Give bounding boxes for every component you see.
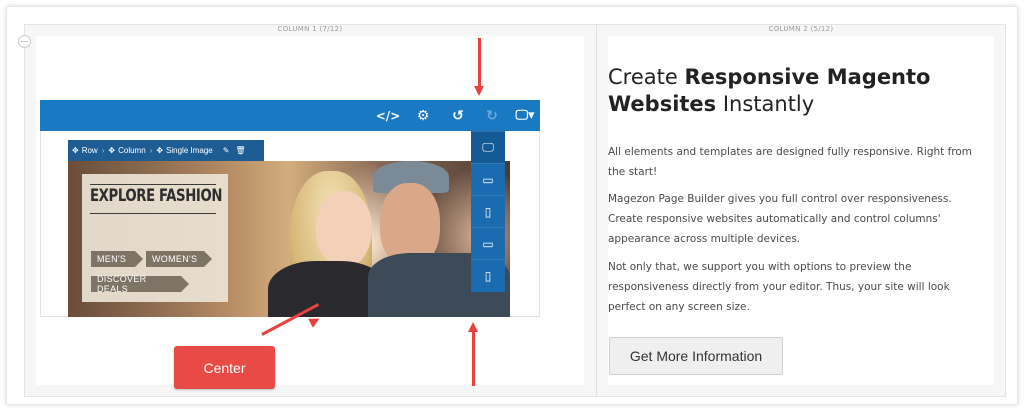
device-preview-menu: 🖵 ▭ ▯ ▭ ▯: [471, 131, 505, 292]
heading-bold-text: Websites: [608, 92, 717, 116]
image-detail: [316, 191, 372, 267]
heading-text: Create: [608, 65, 685, 89]
mobile-portrait-icon[interactable]: ▯: [471, 259, 505, 291]
heading-bold-text: Responsive Magento: [684, 65, 931, 89]
sign-divider: [90, 184, 216, 185]
paragraph-3: Not only that, we support you with optio…: [608, 261, 950, 313]
element-breadcrumb: ✥ Row › ✥ Column › ✥ Single Image ✎ 🗑: [68, 140, 264, 161]
arrow-up-line: [472, 332, 475, 386]
redo-icon[interactable]: ↻: [480, 100, 504, 131]
fullscreen-icon[interactable]: ⛶: [550, 100, 574, 131]
code-icon[interactable]: </>: [376, 100, 401, 131]
breadcrumb-label: Row: [81, 146, 98, 155]
breadcrumb-single-image[interactable]: ✥ Single Image: [156, 146, 212, 155]
breadcrumb-column[interactable]: ✥ Column: [108, 146, 145, 155]
breadcrumb-row[interactable]: ✥ Row: [72, 146, 98, 155]
tag-womens: WOMEN'S: [146, 251, 212, 267]
breadcrumb-label: Column: [118, 146, 146, 155]
tag-mens: MEN'S: [91, 251, 143, 267]
tag-discover-deals: DISCOVER DEALS: [91, 274, 189, 294]
arrow-down-icon: [474, 86, 484, 96]
arrow-down-line: [478, 38, 481, 86]
sign-divider: [90, 213, 216, 214]
sign-title: EXPLORE FASHION: [90, 186, 223, 206]
paragraph-1: All elements and templates are designed …: [608, 146, 973, 178]
mobile-landscape-icon[interactable]: ▭: [471, 227, 505, 259]
page-heading: Create Responsive Magento Websites Insta…: [608, 64, 978, 118]
desktop-icon[interactable]: 🖵: [471, 131, 505, 163]
column-divider: [596, 24, 597, 397]
desktop-device-icon[interactable]: 🖵▾: [510, 100, 540, 131]
undo-icon[interactable]: ↺: [446, 100, 470, 131]
trash-icon[interactable]: 🗑: [235, 146, 245, 155]
column-2-label: COLUMN 2 (5/12): [768, 25, 834, 33]
builder-toolbar: </> ⚙ ↺ ↻ 🖵▾ ⛶: [40, 100, 567, 131]
breadcrumb-separator: ›: [149, 146, 153, 155]
column-1-label: COLUMN 1 (7/12): [277, 25, 343, 33]
move-icon: ✥: [72, 146, 79, 155]
paragraph-2: Magezon Page Builder gives you full cont…: [608, 193, 952, 245]
tablet-portrait-icon[interactable]: ▯: [471, 195, 505, 227]
move-icon: ✥: [108, 146, 116, 155]
center-callout: Center: [174, 346, 275, 389]
tablet-landscape-icon[interactable]: ▭: [471, 163, 505, 195]
pencil-icon[interactable]: ✎: [223, 146, 230, 155]
gear-icon[interactable]: ⚙: [411, 100, 435, 131]
breadcrumb-separator: ›: [101, 146, 105, 155]
row-drag-handle-icon[interactable]: [18, 35, 31, 48]
get-more-information-button[interactable]: Get More Information: [609, 337, 783, 375]
breadcrumb-label: Single Image: [166, 146, 213, 155]
move-icon: ✥: [156, 146, 164, 155]
heading-text: Instantly: [716, 92, 815, 116]
arrow-up-icon: [468, 322, 478, 332]
